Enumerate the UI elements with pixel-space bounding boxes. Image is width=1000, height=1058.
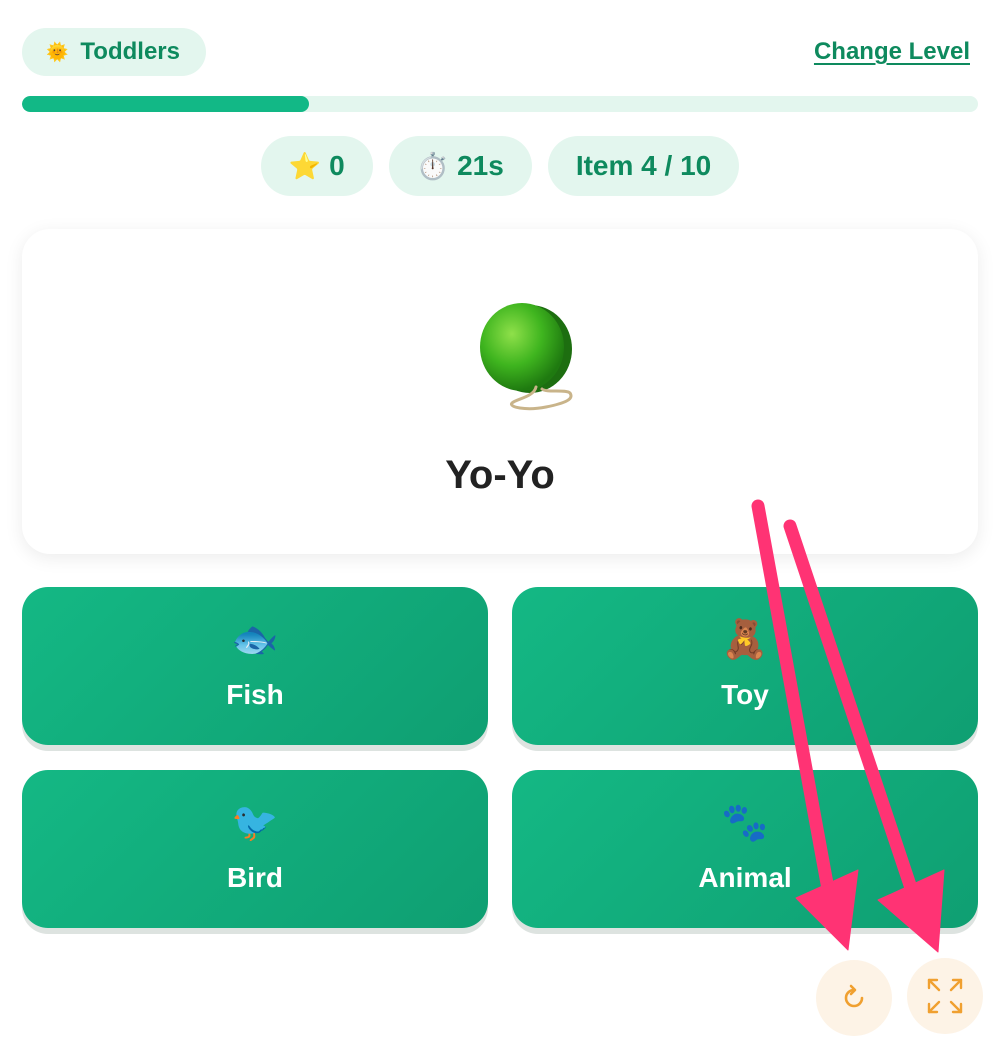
bird-icon: 🐦 [231,802,279,844]
star-icon: ⭐ [288,150,322,181]
item-name: Yo-Yo [445,453,555,497]
fullscreen-button[interactable] [907,958,983,1034]
choice-label: Animal [698,862,792,893]
timer-value: 21s [457,150,504,181]
choice-label: Toy [721,679,769,710]
choice-animal-button[interactable]: 🐾 Animal [512,770,978,928]
progress-bar [22,96,978,112]
item-card: Yo-Yo [22,229,978,554]
stats-row: ⭐ 0 ⏱️ 21s Item 4 / 10 [0,136,1000,196]
sun-icon: 🌞 [46,42,69,62]
level-badge: 🌞 Toddlers [22,28,206,76]
item-counter-badge: Item 4 / 10 [547,136,740,196]
restart-button[interactable] [816,960,892,1036]
teddy-bear-icon: 🧸 [721,619,769,661]
yoyo-icon [480,303,573,411]
timer-badge: ⏱️ 21s [388,136,532,196]
choice-fish-button[interactable]: 🐟 Fish [22,587,488,745]
stars-badge: ⭐ 0 [260,136,373,196]
stars-count: 0 [329,150,345,181]
fish-icon: 🐟 [231,619,279,661]
progress-fill [22,96,309,112]
paw-prints-icon: 🐾 [721,802,769,844]
choice-bird-button[interactable]: 🐦 Bird [22,770,488,928]
level-label: Toddlers [80,38,180,65]
change-level-link[interactable]: Change Level [814,38,970,66]
stopwatch-icon: ⏱️ [416,150,450,181]
restart-icon [844,984,864,1008]
choice-toy-button[interactable]: 🧸 Toy [512,587,978,745]
item-counter: Item 4 / 10 [575,150,712,181]
choice-label: Bird [227,862,283,893]
choice-label: Fish [226,679,284,710]
fullscreen-icon [927,978,963,1014]
